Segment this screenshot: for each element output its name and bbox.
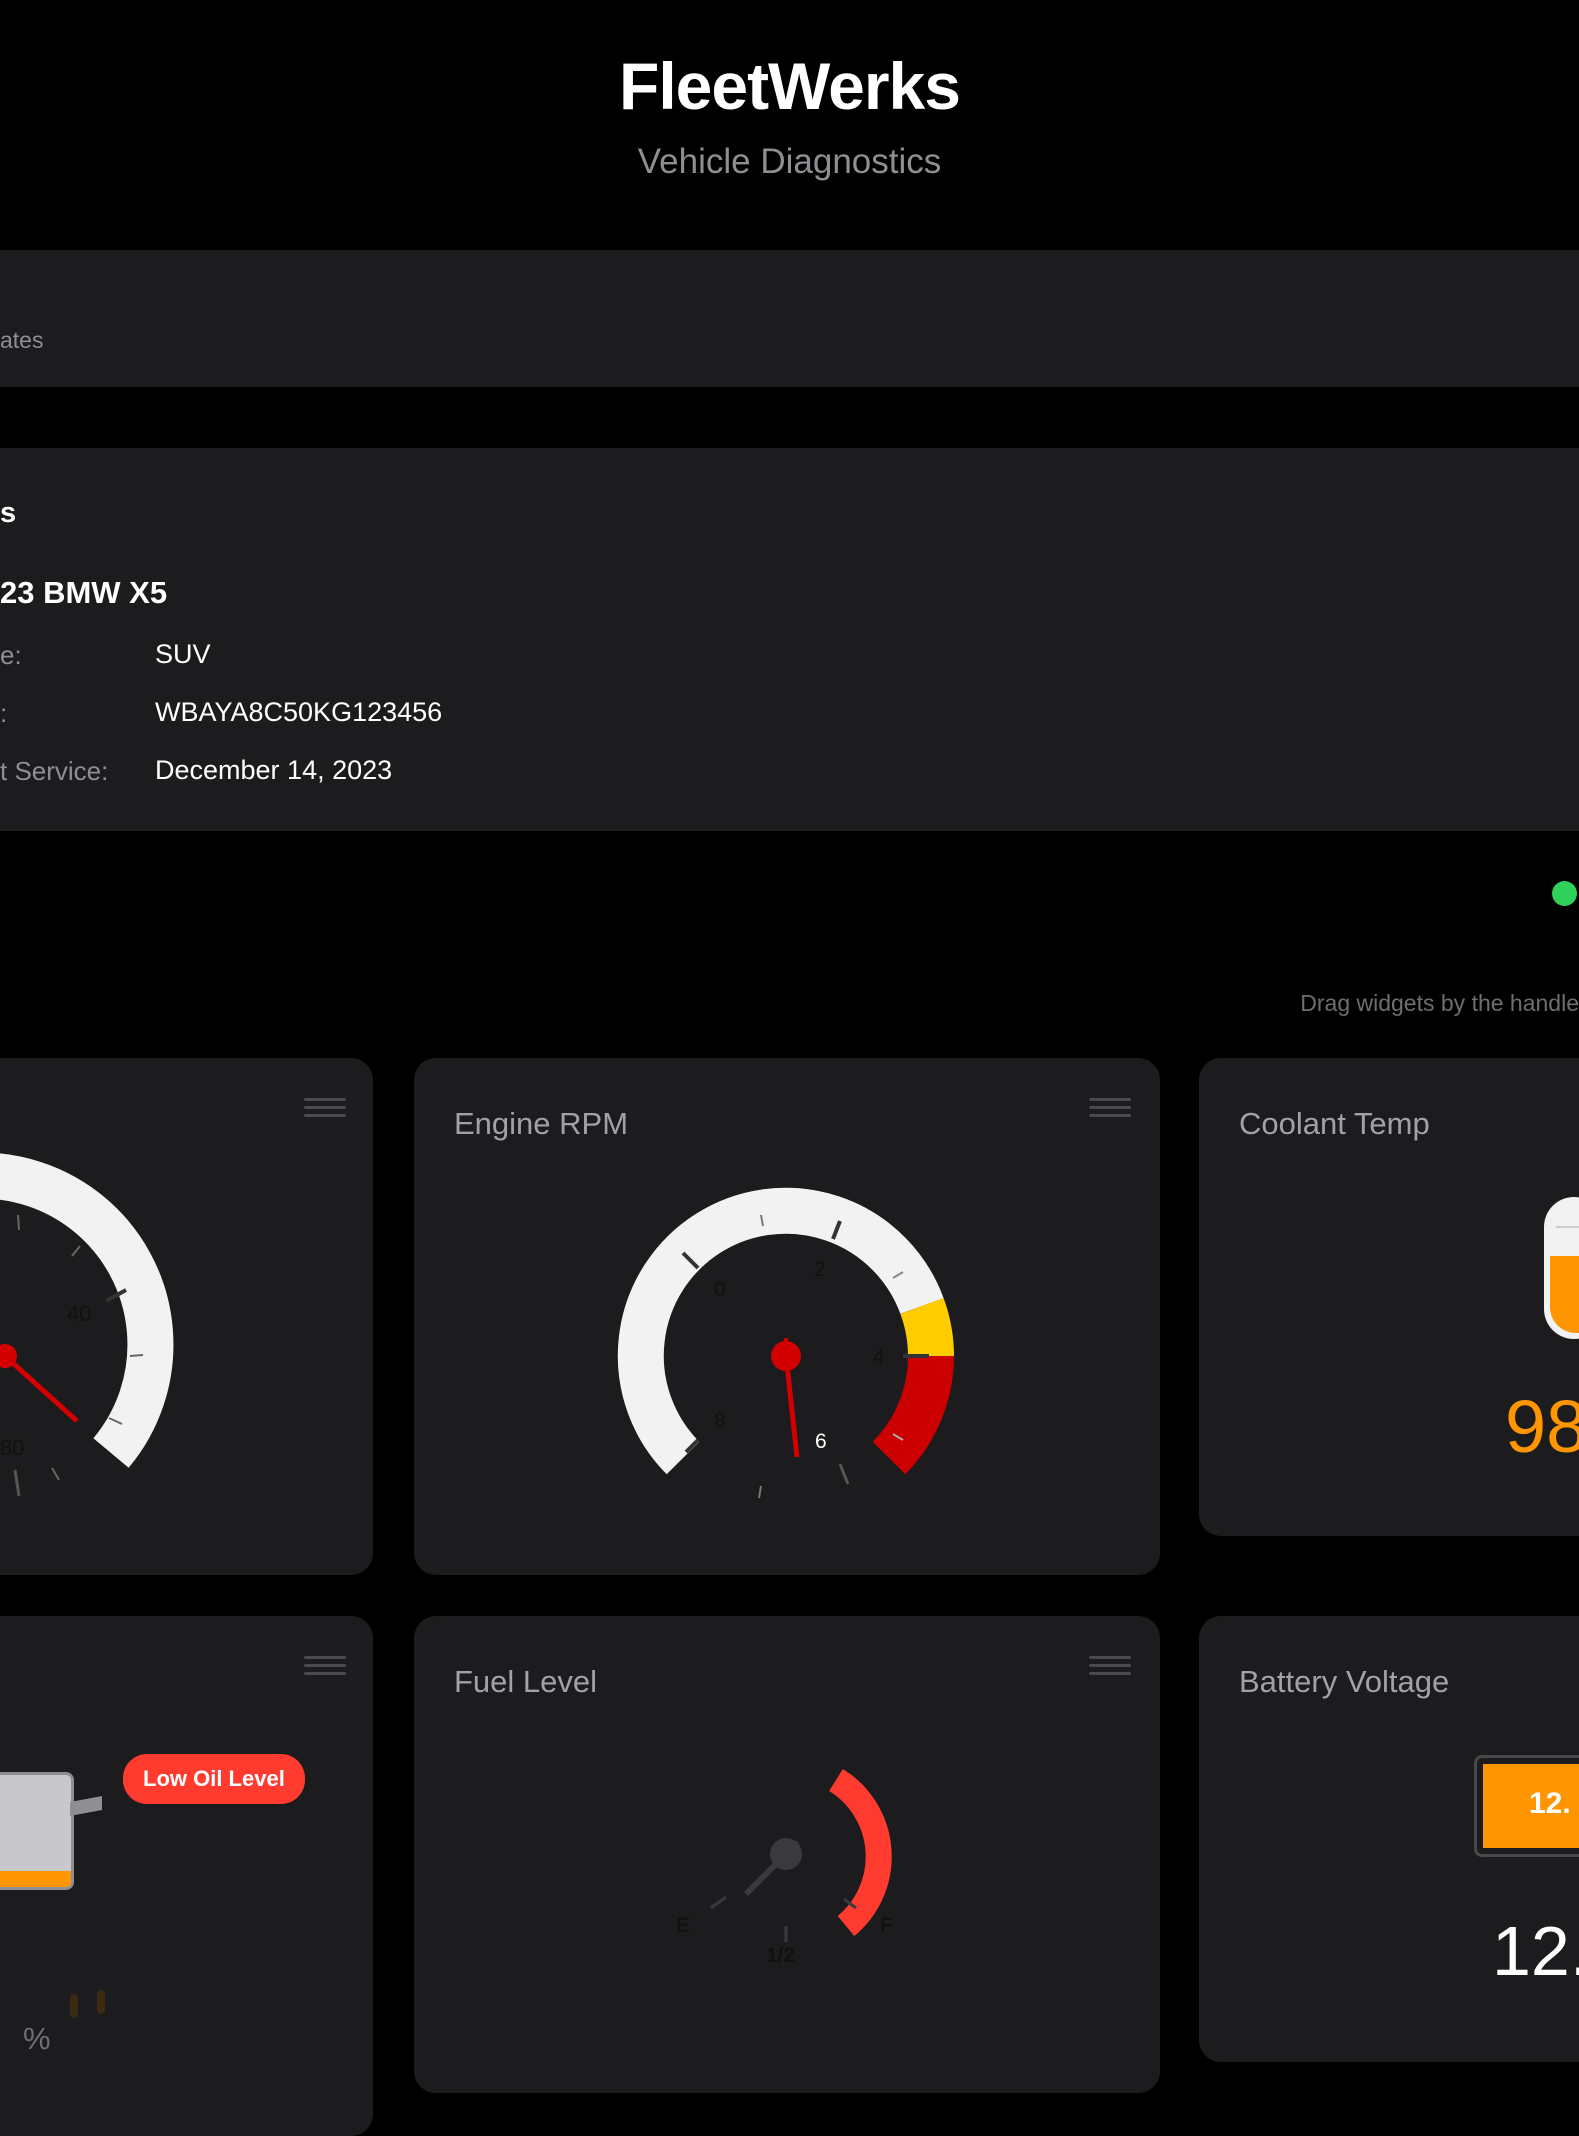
speed-widget[interactable]: 40 80 (0, 1058, 373, 1575)
battery-icon: 12. (1474, 1755, 1579, 1857)
fuel-label-empty: E (676, 1914, 690, 1937)
battery-voltage-value: 12. (1492, 1912, 1579, 1990)
rpm-tick-0: 0 (714, 1278, 726, 1301)
oil-level-widget[interactable]: Low Oil Level 5 % (0, 1616, 373, 2136)
app-subtitle: Vehicle Diagnostics (637, 142, 942, 181)
fuel-label-half: 1/2 (766, 1944, 795, 1967)
vehicle-type-label: e: (0, 640, 22, 670)
vehicle-type-value: SUV (155, 639, 211, 669)
speed-tick-80: 80 (0, 1435, 24, 1460)
fuel-level-widget[interactable]: Fuel Level E 1/2 F (414, 1616, 1160, 2093)
last-service-label: t Service: (0, 756, 109, 786)
rpm-gauge: 0 2 4 6 8 (617, 1187, 954, 1499)
rpm-tick-2: 2 (814, 1258, 826, 1281)
connection-status-dot (1552, 881, 1577, 906)
oil-drip-icon (97, 1990, 105, 2014)
widget-title: Battery Voltage (1239, 1664, 1450, 1699)
drag-hint: Drag widgets by the handle (1300, 990, 1579, 1016)
vin-value: WBAYA8C50KG123456 (155, 697, 443, 727)
speedometer-gauge: 40 80 (0, 1153, 174, 1497)
rpm-tick-4: 4 (873, 1346, 885, 1369)
fuel-label-full: F (880, 1914, 893, 1937)
coolant-temp-widget[interactable]: Coolant Temp 98 (1199, 1058, 1579, 1536)
battery-icon-value: 12. (1529, 1787, 1571, 1820)
rpm-tick-8: 8 (714, 1409, 726, 1432)
last-service-value: December 14, 2023 (155, 755, 393, 785)
drag-handle[interactable] (304, 1656, 346, 1676)
coolant-temp-value: 98 (1505, 1385, 1579, 1468)
banner-text: ates (0, 327, 44, 353)
oil-can-icon (0, 1756, 102, 1890)
rpm-tick-6: 6 (815, 1430, 827, 1453)
widget-title: Coolant Temp (1239, 1106, 1430, 1141)
thermometer-icon (1544, 1197, 1579, 1339)
speed-tick-40: 40 (67, 1301, 91, 1326)
engine-rpm-widget[interactable]: Engine RPM 0 2 4 6 8 (414, 1058, 1160, 1575)
fuel-gauge: E 1/2 F (414, 1768, 1160, 2093)
low-oil-badge: Low Oil Level (123, 1754, 305, 1804)
battery-voltage-widget[interactable]: Battery Voltage 12. 12. (1199, 1616, 1579, 2062)
vehicle-details-panel: s 23 BMW X5 e: SUV : WBAYA8C50KG123456 t… (0, 448, 1579, 831)
oil-drip-icon (70, 1994, 78, 2018)
status-banner: ates (0, 250, 1579, 387)
oil-level-unit: % (23, 2021, 51, 2056)
vehicle-name: 23 BMW X5 (0, 575, 168, 610)
vin-label: : (0, 698, 8, 728)
details-heading: s (0, 497, 17, 529)
app-title: FleetWerks (619, 49, 961, 123)
